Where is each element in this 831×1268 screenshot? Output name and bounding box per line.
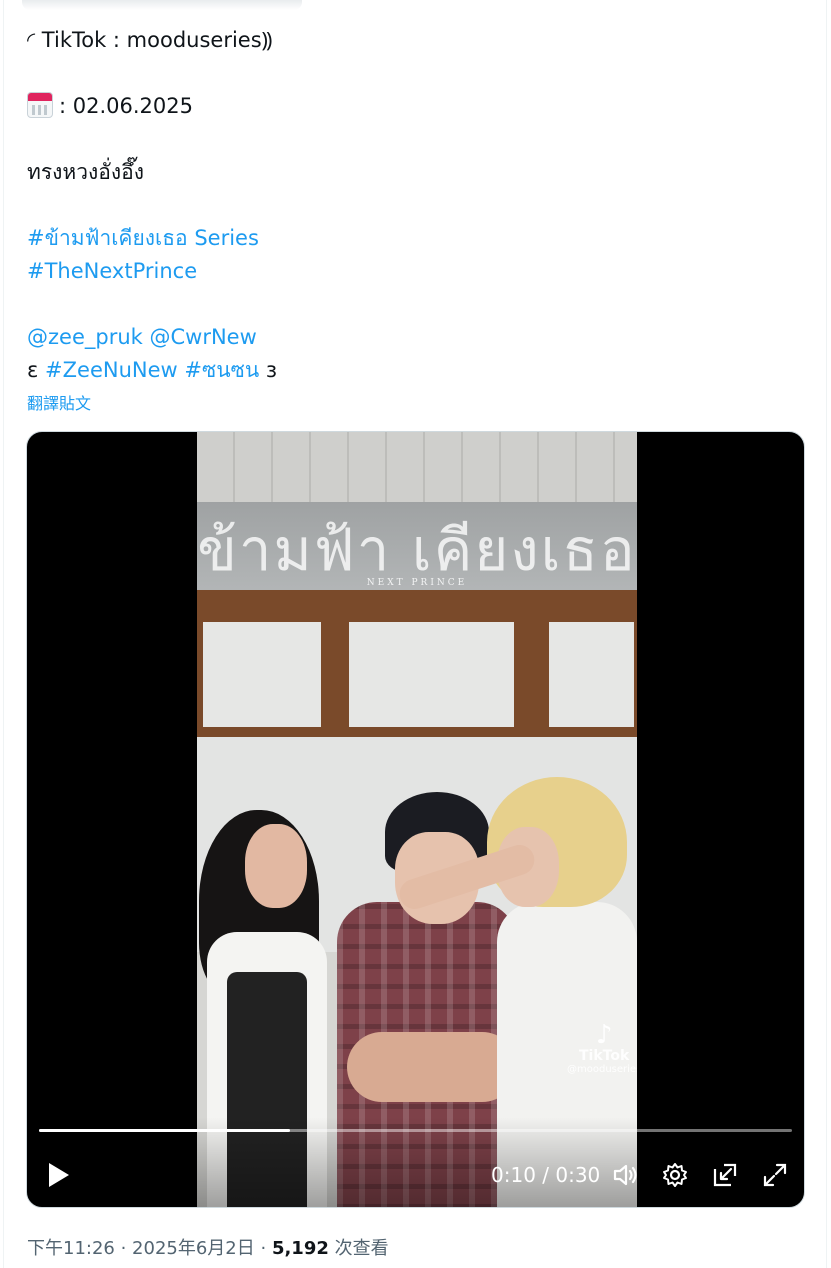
tweet-meta: 下午11:26 · 2025年6月2日 · 5,192 次查看	[27, 1238, 389, 1259]
bracket-open: ɛ	[27, 358, 39, 382]
view-label: 次查看	[328, 1238, 389, 1259]
tiktok-logo-icon: ♪	[595, 1020, 613, 1050]
date-line: : 02.06.2025	[27, 90, 787, 123]
mention-link[interactable]: @CwrNew	[150, 325, 257, 349]
video-controls: 0:10 / 0:30	[27, 1117, 804, 1207]
post-date[interactable]: 2025年6月2日	[132, 1238, 255, 1259]
top-fade	[22, 0, 302, 10]
play-icon[interactable]	[45, 1161, 71, 1189]
tweet-text: ◜ TikTok : mooduseries⸩ : 02.06.2025 ทรง…	[27, 24, 787, 387]
hashtag-link[interactable]: #TheNextPrince	[27, 259, 197, 283]
tiktok-watermark: ♪ TikTok @mooduseries	[567, 1022, 637, 1075]
progress-bar[interactable]	[39, 1129, 792, 1132]
tiktok-line: ◜ TikTok : mooduseries⸩	[27, 28, 273, 52]
video-frame[interactable]: ข้ามฟ้า เคียงเธอ NEXT PRINCE ♪ TikTok @m…	[197, 432, 637, 1207]
post-time[interactable]: 下午11:26	[27, 1238, 115, 1259]
caption: ทรงหวงอั่งอึ๊ง	[27, 160, 144, 184]
gear-icon[interactable]	[661, 1161, 689, 1189]
picture-in-picture-icon[interactable]	[711, 1161, 739, 1189]
translate-post-link[interactable]: 翻譯貼文	[27, 390, 91, 414]
view-count: 5,192	[271, 1238, 329, 1259]
progress-fill	[39, 1129, 290, 1132]
mention-link[interactable]: @zee_pruk	[27, 325, 143, 349]
date-value: : 02.06.2025	[59, 94, 193, 118]
video-overlay-subtitle: NEXT PRINCE	[366, 578, 468, 588]
fullscreen-icon[interactable]	[761, 1161, 789, 1189]
volume-icon[interactable]	[611, 1161, 639, 1189]
bracket-close: з	[265, 358, 278, 382]
hashtag-link[interactable]: #ZeeNuNew	[45, 358, 178, 382]
video-overlay-title: ข้ามฟ้า เคียงเธอ	[197, 516, 637, 584]
calendar-icon	[27, 92, 53, 118]
hashtag-link[interactable]: #ข้ามฟ้าเคียงเธอ Series	[27, 226, 259, 250]
hashtag-link[interactable]: #ซนซน	[184, 358, 259, 382]
video-player[interactable]: ข้ามฟ้า เคียงเธอ NEXT PRINCE ♪ TikTok @m…	[26, 431, 805, 1208]
time-display: 0:10 / 0:30	[491, 1163, 601, 1187]
